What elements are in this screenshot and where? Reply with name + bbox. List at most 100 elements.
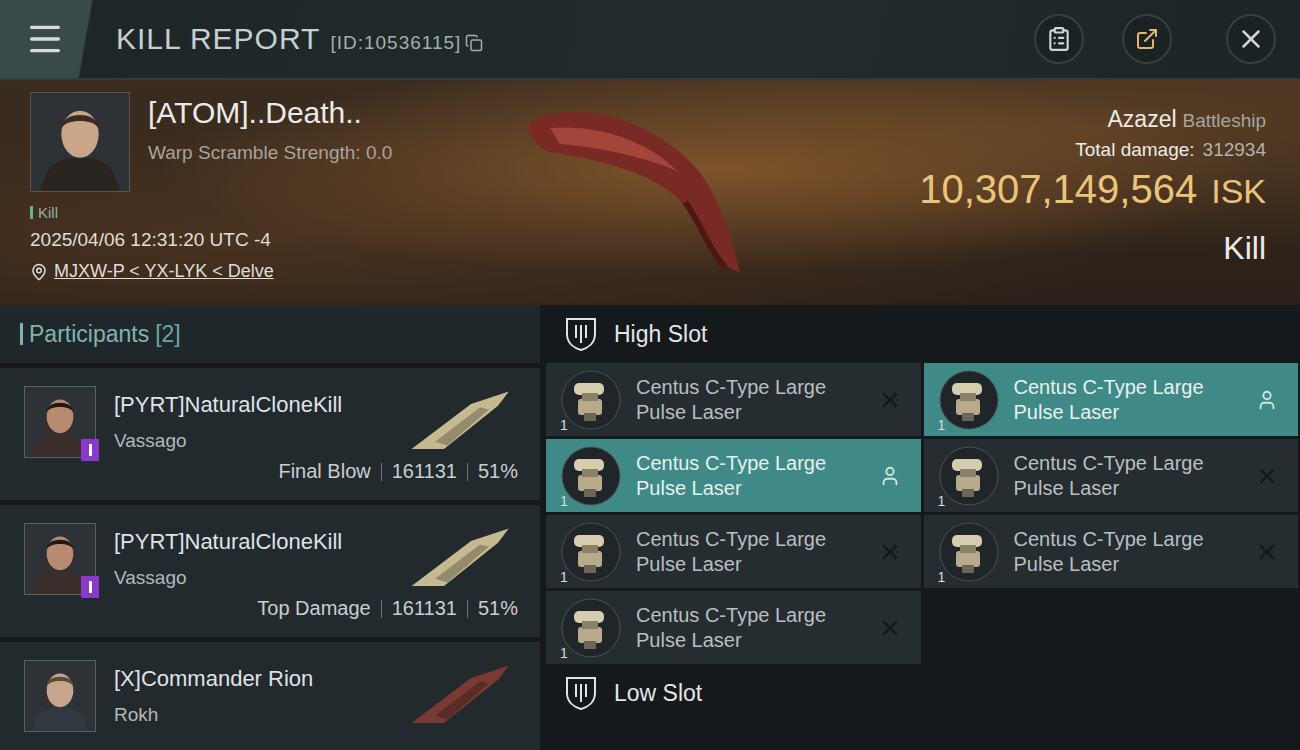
- clipboard-button[interactable]: [1034, 14, 1084, 64]
- module-name: Centus C-Type Large Pulse Laser: [1014, 527, 1241, 577]
- page-title: KILL REPORT[ID:10536115]: [116, 22, 483, 56]
- victim-portrait: [30, 92, 130, 192]
- module-quantity: 1: [560, 645, 568, 661]
- participants-header: Participants[2]: [0, 305, 540, 363]
- victim-banner: [ATOM]..Death..Warp Scramble Strength: 0…: [0, 80, 1300, 305]
- destroyed-x-icon: [1255, 464, 1279, 488]
- loss-summary: AzazelBattleship Total damage:312934 10,30…: [919, 92, 1266, 305]
- module-status: [1254, 540, 1280, 564]
- close-icon: [1236, 24, 1266, 54]
- slot-header: High Slot: [546, 305, 1300, 363]
- slot-header: Low Slot: [546, 664, 1300, 722]
- pulse-laser-icon: [938, 521, 1000, 583]
- participant-avatar: [24, 523, 96, 595]
- victim-name: [ATOM]..Death..: [148, 96, 392, 130]
- victim-info: [ATOM]..Death..Warp Scramble Strength: 0…: [30, 92, 470, 305]
- participant-ship-icon: [406, 386, 518, 458]
- module-tile[interactable]: 1 Centus C-Type Large Pulse Laser: [546, 439, 921, 512]
- participant-row[interactable]: [X]Commander Rion Rokh: [0, 642, 540, 750]
- pulse-laser-icon: [560, 369, 622, 431]
- report-body: Participants[2][PYRT]NaturalCloneKillVas…: [0, 305, 1300, 750]
- participant-ship: Vassago: [114, 430, 388, 452]
- participant-stats: Top Damage 161131 51%: [24, 597, 518, 620]
- participant-name: [PYRT]NaturalCloneKill: [114, 529, 388, 555]
- participant-avatar: [24, 386, 96, 458]
- module-status: [1254, 464, 1280, 488]
- module-quantity: 1: [560, 417, 568, 433]
- participant-ship-icon: [406, 660, 518, 732]
- menu-icon: [25, 19, 65, 59]
- report-id[interactable]: [ID:10536115]: [330, 32, 483, 54]
- module-status: [877, 465, 903, 487]
- share-button[interactable]: [1122, 14, 1172, 64]
- participant-avatar: [24, 660, 96, 732]
- module-name: Centus C-Type Large Pulse Laser: [1014, 451, 1241, 501]
- participant-role: Top Damage: [257, 597, 370, 620]
- module-status: [877, 388, 903, 412]
- module-status: [877, 540, 903, 564]
- isk-value: 10,307,149,564ISK: [919, 167, 1266, 212]
- fitting-panel: High Slot 1 Centus C-Type Large Pulse Lase…: [546, 305, 1300, 750]
- participant-row[interactable]: [PYRT]NaturalCloneKill Vassago Final Blow 1…: [0, 368, 540, 500]
- module-quantity: 1: [938, 569, 946, 585]
- close-button[interactable]: [1226, 14, 1276, 64]
- dropped-person-icon: [1256, 389, 1278, 411]
- pulse-laser-icon: [938, 445, 1000, 507]
- participant-role: Final Blow: [278, 460, 370, 483]
- participant-percent: 51%: [478, 460, 518, 483]
- module-tile[interactable]: 1 Centus C-Type Large Pulse Laser: [546, 363, 921, 436]
- module-tile[interactable]: 1 Centus C-Type Large Pulse Laser: [924, 439, 1299, 512]
- pulse-laser-icon: [938, 369, 1000, 431]
- module-quantity: 1: [560, 493, 568, 509]
- victim-portrait-icon: [31, 93, 129, 191]
- kill-time: 2025/04/06 12:31:20 UTC -4: [30, 229, 470, 251]
- pulse-laser-icon: [560, 445, 622, 507]
- module-quantity: 1: [938, 493, 946, 509]
- module-name: Centus C-Type Large Pulse Laser: [636, 451, 863, 501]
- share-icon: [1135, 27, 1159, 51]
- kill-location[interactable]: MJXW-P < YX-LYK < Delve: [30, 261, 470, 282]
- participant-portrait-icon: [25, 661, 95, 731]
- participant-damage: 161131: [392, 597, 457, 620]
- victim-ship-icon: [510, 92, 770, 292]
- participants-panel: Participants[2][PYRT]NaturalCloneKillVas…: [0, 305, 540, 750]
- module-tile[interactable]: 1 Centus C-Type Large Pulse Laser: [546, 515, 921, 588]
- destroyed-x-icon: [878, 540, 902, 564]
- participant-ship-icon: [406, 523, 518, 595]
- module-tile[interactable]: 1 Centus C-Type Large Pulse Laser: [546, 591, 921, 664]
- pulse-laser-icon: [560, 597, 622, 659]
- module-name: Centus C-Type Large Pulse Laser: [1014, 375, 1241, 425]
- module-quantity: 1: [938, 417, 946, 433]
- module-tile[interactable]: 1 Centus C-Type Large Pulse Laser: [924, 515, 1299, 588]
- kill-tag: Kill: [30, 204, 470, 221]
- info-badge: [81, 576, 99, 598]
- module-name: Centus C-Type Large Pulse Laser: [636, 375, 863, 425]
- destroyed-x-icon: [878, 388, 902, 412]
- kill-report-screen: KILL REPORT[ID:10536115] [ATOM]..Death..W…: [0, 0, 1300, 750]
- victim-ship: [470, 92, 919, 305]
- participant-ship: Rokh: [114, 704, 388, 726]
- participant-name: [PYRT]NaturalCloneKill: [114, 392, 388, 418]
- module-status: [877, 616, 903, 640]
- participant-percent: 51%: [478, 597, 518, 620]
- participant-stats: Final Blow 161131 51%: [24, 460, 518, 483]
- location-pin-icon: [30, 263, 48, 281]
- module-quantity: 1: [560, 569, 568, 585]
- result-label: Kill: [1223, 230, 1266, 267]
- dropped-person-icon: [879, 465, 901, 487]
- participant-row[interactable]: [PYRT]NaturalCloneKillVassagoTop Damage1…: [0, 505, 540, 637]
- participant-name: [X]Commander Rion: [114, 666, 388, 692]
- total-damage: Total damage:312934: [1075, 139, 1266, 161]
- clipboard-icon: [1046, 26, 1072, 52]
- module-name: Centus C-Type Large Pulse Laser: [636, 603, 863, 653]
- module-status: [1254, 389, 1280, 411]
- slot-grid: 1 Centus C-Type Large Pulse Laser 1 Centus …: [546, 363, 1300, 664]
- copy-icon: [465, 34, 483, 52]
- menu-button[interactable]: [20, 14, 70, 64]
- module-name: Centus C-Type Large Pulse Laser: [636, 527, 863, 577]
- participant-damage: 161131: [392, 460, 457, 483]
- module-tile[interactable]: 1 Centus C-Type Large Pulse Laser: [924, 363, 1299, 436]
- pulse-laser-icon: [560, 521, 622, 583]
- ship-name: AzazelBattleship: [1108, 106, 1267, 133]
- slot-shield-icon: [564, 316, 598, 352]
